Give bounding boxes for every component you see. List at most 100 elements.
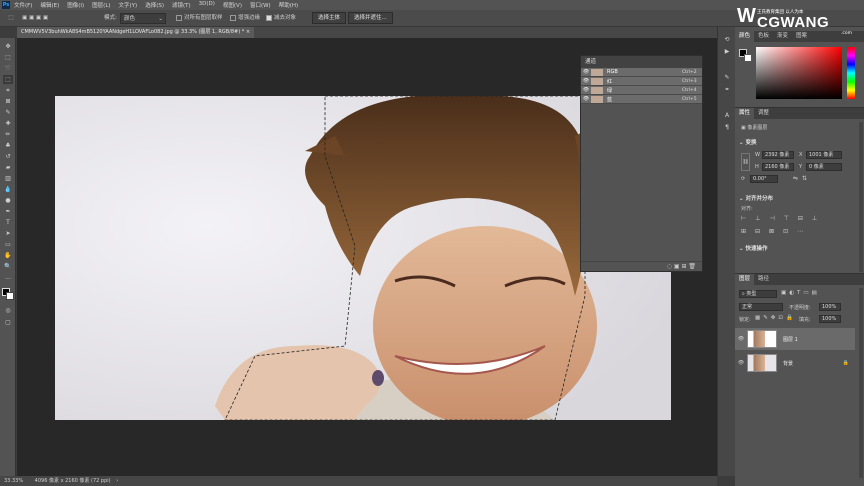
history-brush-tool-icon[interactable]: ↺: [3, 152, 13, 161]
eraser-tool-icon[interactable]: ▰: [3, 163, 13, 172]
brush-settings-icon[interactable]: ✎: [722, 73, 732, 82]
y-label: Y: [799, 164, 803, 170]
eye-icon[interactable]: 👁: [735, 336, 747, 342]
menu-item[interactable]: 帮助(H): [279, 1, 298, 9]
select-subject-button[interactable]: 选择主体: [312, 12, 347, 24]
screen-mode-icon[interactable]: ▢: [3, 318, 13, 327]
history-icon[interactable]: ⟲: [722, 35, 732, 44]
close-icon[interactable]: ×: [246, 29, 250, 35]
marquee-tool-icon[interactable]: ⬚: [3, 53, 13, 62]
channels-footer-icons[interactable]: ◌ ▣ ⊞ 🗑: [667, 263, 696, 270]
align-section[interactable]: ⌄ 对齐并分布: [739, 194, 773, 202]
menu-item[interactable]: 文字(Y): [119, 1, 138, 9]
menu-item[interactable]: 编辑(E): [40, 1, 59, 9]
more-tools-icon[interactable]: ···: [3, 275, 13, 284]
height-field[interactable]: 2160 像素: [762, 163, 794, 171]
zoom-level[interactable]: 33.33%: [4, 478, 23, 484]
tab-layers[interactable]: 图层: [735, 274, 755, 285]
menu-item[interactable]: 窗口(W): [250, 1, 271, 9]
crop-tool-icon[interactable]: ⌗: [3, 86, 13, 95]
layer-row-background[interactable]: 👁 背景 🔒: [735, 352, 855, 374]
quick-actions-section[interactable]: ⌄ 快速操作: [739, 244, 768, 252]
pen-tool-icon[interactable]: ✒: [3, 207, 13, 216]
layers-scrollbar[interactable]: [859, 288, 863, 478]
path-selection-tool-icon[interactable]: ➤: [3, 229, 13, 238]
transform-section[interactable]: ⌄ 变换: [739, 138, 757, 146]
actions-icon[interactable]: ▶: [722, 47, 732, 56]
healing-brush-tool-icon[interactable]: ✚: [3, 119, 13, 128]
eye-icon[interactable]: 👁: [581, 78, 591, 84]
layer-name[interactable]: 图层 1: [783, 336, 798, 343]
hue-slider[interactable]: [847, 47, 855, 99]
menu-item[interactable]: 图像(I): [67, 1, 84, 9]
link-icon[interactable]: ⛓: [741, 153, 750, 171]
x-field[interactable]: 1001 像素: [806, 151, 842, 159]
layer-row-layer1[interactable]: 👁 图层 1: [735, 328, 855, 350]
color-picker-field[interactable]: [756, 47, 842, 99]
mode-select[interactable]: 颜色 ⌄: [120, 13, 166, 24]
align-icons-row[interactable]: ⊢⊥⊣⊤⊟⊥: [741, 215, 826, 222]
angle-field[interactable]: 0.00°: [750, 175, 778, 183]
eye-icon[interactable]: 👁: [581, 69, 591, 75]
tab-adjustments[interactable]: 调整: [754, 108, 773, 119]
channel-row[interactable]: 👁 红 Ctrl+3: [581, 77, 702, 86]
clone-stamp-tool-icon[interactable]: ♣: [3, 141, 13, 150]
blur-tool-icon[interactable]: 💧: [3, 185, 13, 194]
fill-field[interactable]: 100%: [819, 315, 841, 323]
menu-item[interactable]: 选择(S): [145, 1, 164, 9]
channel-row[interactable]: 👁 RGB Ctrl+2: [581, 68, 702, 77]
selection-mode-icons[interactable]: ▣ ▣ ▣ ▣: [22, 13, 48, 24]
eye-icon[interactable]: 👁: [581, 96, 591, 102]
type-tool-icon[interactable]: T: [3, 218, 13, 227]
enhance-edge-checkbox[interactable]: 增强边缘: [230, 13, 260, 24]
panel-dock: ⟲ ▶ ✎ ⚭ A ¶: [717, 27, 735, 476]
opacity-field[interactable]: 100%: [819, 303, 841, 311]
lock-icons[interactable]: ▦✎✥⊡🔒: [755, 315, 796, 321]
menu-item[interactable]: 3D(D): [199, 1, 215, 9]
frame-tool-icon[interactable]: ⊠: [3, 97, 13, 106]
tool-preset-icon[interactable]: ⬚: [4, 13, 18, 24]
chevron-right-icon[interactable]: ›: [116, 478, 118, 484]
width-field[interactable]: 2392 像素: [762, 151, 794, 159]
hand-tool-icon[interactable]: ✋: [3, 251, 13, 260]
menu-item[interactable]: 视图(V): [223, 1, 242, 9]
dodge-tool-icon[interactable]: ●: [3, 196, 13, 205]
object-selection-tool-icon[interactable]: ⬚: [3, 75, 13, 84]
y-field[interactable]: 0 像素: [806, 163, 842, 171]
channel-row[interactable]: 👁 绿 Ctrl+4: [581, 86, 702, 95]
document-tab[interactable]: CMMWV5V3buhWkA8S4mB5120YAANdgeH1LOVAFLo0…: [17, 27, 255, 38]
rectangle-tool-icon[interactable]: ▭: [3, 240, 13, 249]
lasso-tool-icon[interactable]: ➰: [3, 64, 13, 73]
eye-icon[interactable]: 👁: [581, 87, 591, 93]
properties-scrollbar[interactable]: [859, 122, 863, 272]
character-icon[interactable]: A: [722, 111, 732, 120]
background-color-chip[interactable]: [744, 54, 752, 62]
sample-all-checkbox[interactable]: 对所有图层取样: [176, 13, 223, 24]
move-tool-icon[interactable]: ✥: [3, 42, 13, 51]
clone-source-icon[interactable]: ⚭: [722, 85, 732, 94]
menu-item[interactable]: 图层(L): [92, 1, 110, 9]
blend-mode-select[interactable]: 正常: [739, 303, 783, 311]
zoom-tool-icon[interactable]: 🔍: [3, 262, 13, 271]
brush-tool-icon[interactable]: ✏: [3, 130, 13, 139]
tab-properties[interactable]: 属性: [735, 108, 755, 119]
layer-filter-icons[interactable]: ▣◐T▭▤: [781, 290, 820, 296]
gradient-tool-icon[interactable]: ▥: [3, 174, 13, 183]
eye-icon[interactable]: 👁: [735, 360, 747, 366]
select-and-mask-button[interactable]: 选择并遮住...: [348, 12, 393, 24]
cgwang-watermark: W 王氏教育集团 以人为本 CGWANG .com: [735, 5, 864, 37]
subtract-checkbox[interactable]: 减去对象: [266, 13, 296, 24]
layer-kind-filter[interactable]: ⌕ 类型: [739, 290, 777, 298]
distribute-icons-row[interactable]: ⊞⊟⊠⊡⋯: [741, 228, 812, 235]
background-color-swatch[interactable]: [6, 292, 14, 300]
eyedropper-tool-icon[interactable]: ✎: [3, 108, 13, 117]
flip-icons[interactable]: ⇋⇅: [793, 175, 811, 182]
tab-paths[interactable]: 路径: [754, 274, 773, 285]
menu-item[interactable]: 滤镜(T): [172, 1, 191, 9]
paragraph-icon[interactable]: ¶: [722, 123, 732, 132]
quick-mask-icon[interactable]: ◎: [3, 306, 13, 315]
menu-item[interactable]: 文件(F): [14, 1, 32, 9]
channel-row[interactable]: 👁 蓝 Ctrl+5: [581, 95, 702, 104]
layer-name[interactable]: 背景: [783, 360, 793, 367]
document-image[interactable]: [55, 96, 671, 420]
